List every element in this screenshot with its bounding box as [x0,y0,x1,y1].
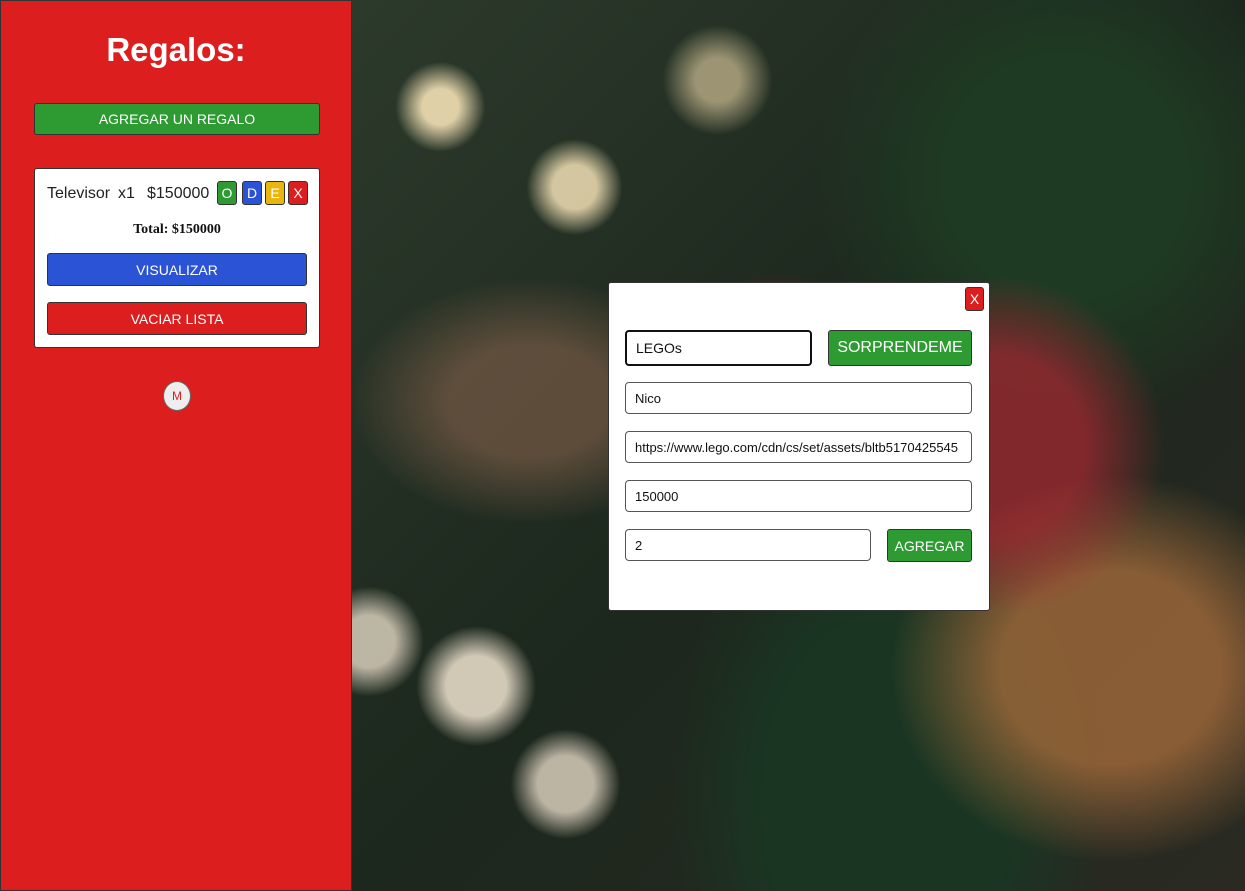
gift-quantity: x1 [118,185,135,202]
gift-price: $150000 [147,185,210,202]
gift-list-card: Televisor x1 $150000 O D E X Total: $150… [34,168,320,348]
total-label: Total: $150000 [133,222,221,237]
price-input[interactable] [625,480,972,512]
m-button[interactable]: M [163,381,191,411]
close-modal-button[interactable]: X [965,287,984,311]
recipient-input[interactable] [625,382,972,414]
add-gift-modal: X SORPRENDEME AGREGAR [608,282,990,611]
quantity-input[interactable] [625,529,871,561]
visualize-button[interactable]: VISUALIZAR [47,253,307,286]
gift-sidebar: Regalos: AGREGAR UN REGALO Televisor x1 … [0,0,352,891]
gift-edit-button[interactable]: E [265,181,285,205]
gift-o-button[interactable]: O [217,181,237,205]
gift-delete-button[interactable]: X [288,181,308,205]
gift-name-input[interactable] [625,330,812,366]
sidebar-title: Regalos: [106,31,246,68]
clear-list-button[interactable]: VACIAR LISTA [47,302,307,335]
surprise-me-button[interactable]: SORPRENDEME [828,330,972,366]
gift-name: Televisor [47,185,111,202]
list-item: Televisor x1 $150000 O D E X [47,181,309,207]
add-button[interactable]: AGREGAR [887,529,972,562]
add-gift-button[interactable]: AGREGAR UN REGALO [34,103,320,135]
image-url-input[interactable] [625,431,972,463]
gift-duplicate-button[interactable]: D [242,181,262,205]
